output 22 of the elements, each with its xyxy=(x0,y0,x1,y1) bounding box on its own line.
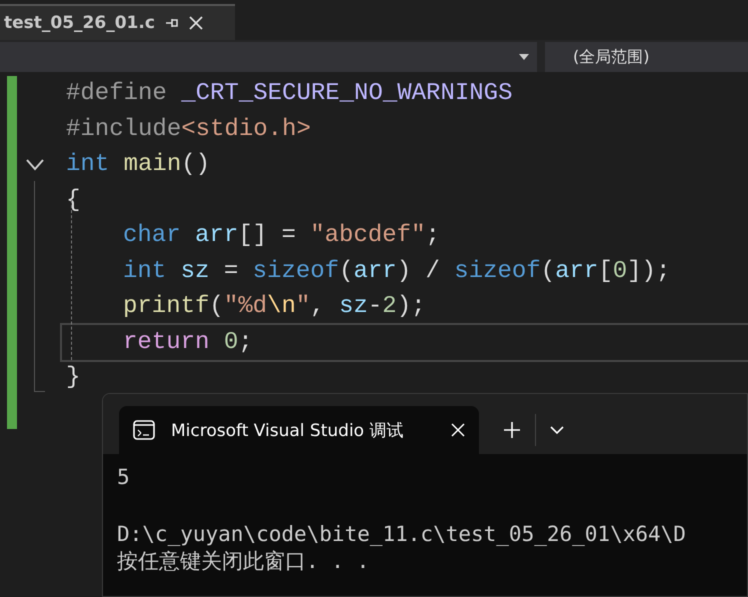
terminal-output-line: 按任意键关闭此窗口. . . xyxy=(117,548,370,575)
chevron-icon[interactable] xyxy=(26,159,44,171)
close-icon[interactable] xyxy=(188,16,203,30)
code-line: int sz = sizeof(arr) / sizeof(arr[0]); xyxy=(122,256,672,286)
code-line: } xyxy=(66,363,82,393)
terminal-tab[interactable]: Microsoft Visual Studio 调试 xyxy=(119,406,479,454)
code-line: return 0; xyxy=(62,324,748,360)
code-line: char arr[] = "abcdef"; xyxy=(122,221,441,251)
pin-icon[interactable] xyxy=(164,16,179,30)
code-line: { xyxy=(66,186,82,216)
plus-icon[interactable] xyxy=(503,421,521,439)
terminal-icon xyxy=(133,420,155,440)
code-line: int main() xyxy=(66,150,212,180)
terminal-output-line: D:\c_yuyan\code\bite_11.c\test_05_26_01\x64\D xyxy=(117,521,686,548)
code-line: #define _CRT_SECURE_NO_WARNINGS xyxy=(66,79,514,109)
tab-title: Microsoft Visual Studio 调试 xyxy=(171,420,404,442)
scope-dropdown[interactable]: (全局范围) xyxy=(545,42,748,72)
code-line: #include<stdio.h> xyxy=(66,114,312,144)
caret-icon xyxy=(519,54,529,60)
file-tab[interactable]: test_05_26_01.c xyxy=(0,4,235,40)
code-line: printf("%d\n", sz-2); xyxy=(122,292,427,322)
terminal-output-line: 5 xyxy=(117,464,130,491)
